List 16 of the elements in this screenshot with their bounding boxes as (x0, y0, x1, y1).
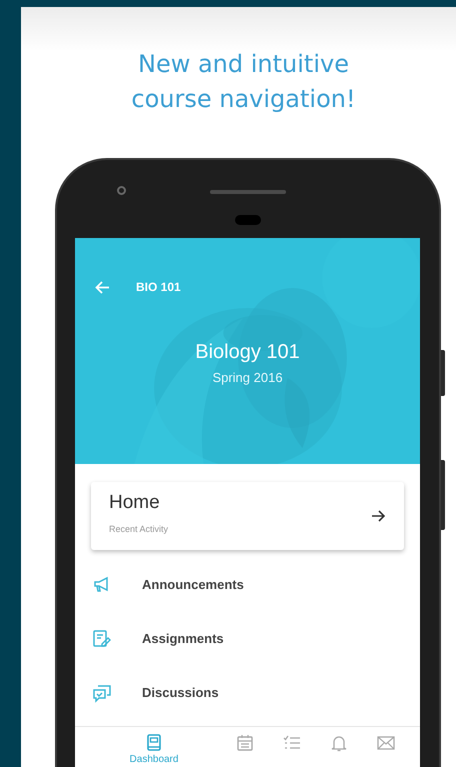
camera-icon (117, 186, 126, 195)
document-pencil-icon (92, 629, 112, 649)
book-icon (144, 733, 164, 753)
course-term: Spring 2016 (212, 369, 283, 387)
calendar-icon (234, 733, 254, 753)
back-arrow-icon[interactable] (95, 280, 110, 294)
home-card[interactable]: Home Recent Activity (91, 482, 404, 550)
menu-item[interactable]: Discussions (142, 683, 219, 703)
sensor (235, 215, 261, 225)
menu-item[interactable]: Assignments (142, 629, 224, 649)
headline: New and intuitive course navigation! (130, 49, 357, 115)
menu-item[interactable]: Announcements (142, 575, 244, 595)
course-title: Biology 101 (195, 340, 300, 364)
app-bar-title: BIO 101 (136, 279, 181, 296)
forward-arrow-icon (372, 510, 386, 522)
chat-bubbles-icon (92, 683, 112, 703)
